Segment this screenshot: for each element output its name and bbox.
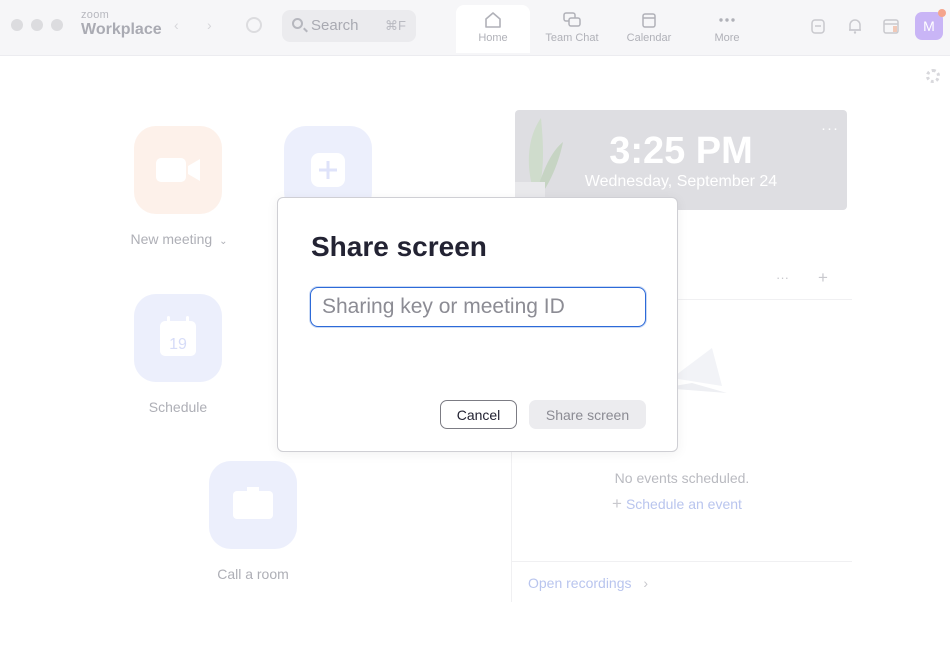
brand-large-text: Workplace [81,21,162,38]
history-icon[interactable] [246,17,262,33]
no-events-text: No events scheduled. [614,470,750,486]
cancel-button[interactable]: Cancel [440,400,517,429]
app-logo: zoom Workplace [81,10,162,38]
open-recordings-text: Open recordings [528,575,632,591]
tab-calendar[interactable]: Calendar [612,5,686,53]
avatar-initial: M [923,18,935,34]
plus-icon: + [612,494,622,513]
share-screen-button[interactable]: Share screen [529,400,646,429]
schedule-button[interactable]: 19 [134,294,222,382]
user-avatar[interactable]: M [915,9,946,40]
new-meeting-label[interactable]: New meeting ⌄ [120,231,238,247]
window-minimize-button[interactable] [31,19,43,31]
share-screen-dialog: Share screen Cancel Share screen [277,197,678,452]
calendar-icon [642,13,656,28]
notification-dot [938,9,946,17]
call-a-room-label: Call a room [217,566,289,582]
clock-menu-icon[interactable]: ··· [821,120,839,137]
search-icon [292,18,303,29]
whiteboard-icon[interactable] [809,17,827,35]
more-icon [719,18,735,22]
top-bar: zoom Workplace ‹ › Search ⌘F Home Team C… [0,0,950,56]
tab-calendar-label: Calendar [626,32,672,44]
chevron-right-icon: › [643,575,649,591]
search-shortcut: ⌘F [385,18,406,33]
tab-home[interactable]: Home [456,5,530,53]
home-icon [485,12,501,28]
tab-more-label: More [714,32,740,44]
clock-card: 3:25 PM Wednesday, September 24 ··· [515,110,847,210]
clock-time: 3:25 PM [609,130,753,172]
calendar-date-number: 19 [169,336,187,353]
dialog-title: Share screen [311,231,487,262]
tab-more[interactable]: More [690,5,764,53]
schedule-event-text: Schedule an event [625,496,742,512]
events-menu-icon[interactable]: ··· [776,270,789,285]
video-camera-icon [156,158,200,182]
tab-team-chat-label: Team Chat [545,32,599,44]
new-meeting-text: New meeting [130,231,213,247]
chevron-down-icon: ⌄ [219,236,228,247]
add-event-icon[interactable]: + [818,268,828,288]
window-zoom-button[interactable] [51,19,63,31]
monitor-icon [233,487,273,519]
calendar-icon: 19 [160,316,196,356]
brand-small-text: zoom [81,9,110,21]
events-footer-divider [512,561,852,562]
new-meeting-button[interactable] [134,126,222,214]
schedule-event-link[interactable]: + Schedule an event [612,494,742,514]
back-arrow-icon[interactable]: ‹ [174,17,179,33]
search-label: Search [311,17,359,34]
forward-arrow-icon[interactable]: › [207,17,212,33]
window-close-button[interactable] [11,19,23,31]
notifications-bell-icon[interactable] [846,17,864,35]
clock-date: Wednesday, September 24 [584,173,778,190]
chat-icon [563,12,581,27]
tab-team-chat[interactable]: Team Chat [535,5,609,53]
tab-home-label: Home [478,32,508,44]
settings-gear-icon[interactable] [926,69,940,83]
open-recordings-link[interactable]: Open recordings › [528,575,648,591]
calendar-panel-icon[interactable] [882,17,900,35]
call-a-room-button[interactable] [209,461,297,549]
sharing-key-input[interactable] [310,287,646,327]
schedule-label: Schedule [148,399,208,415]
search-bar[interactable]: Search ⌘F [282,10,416,42]
